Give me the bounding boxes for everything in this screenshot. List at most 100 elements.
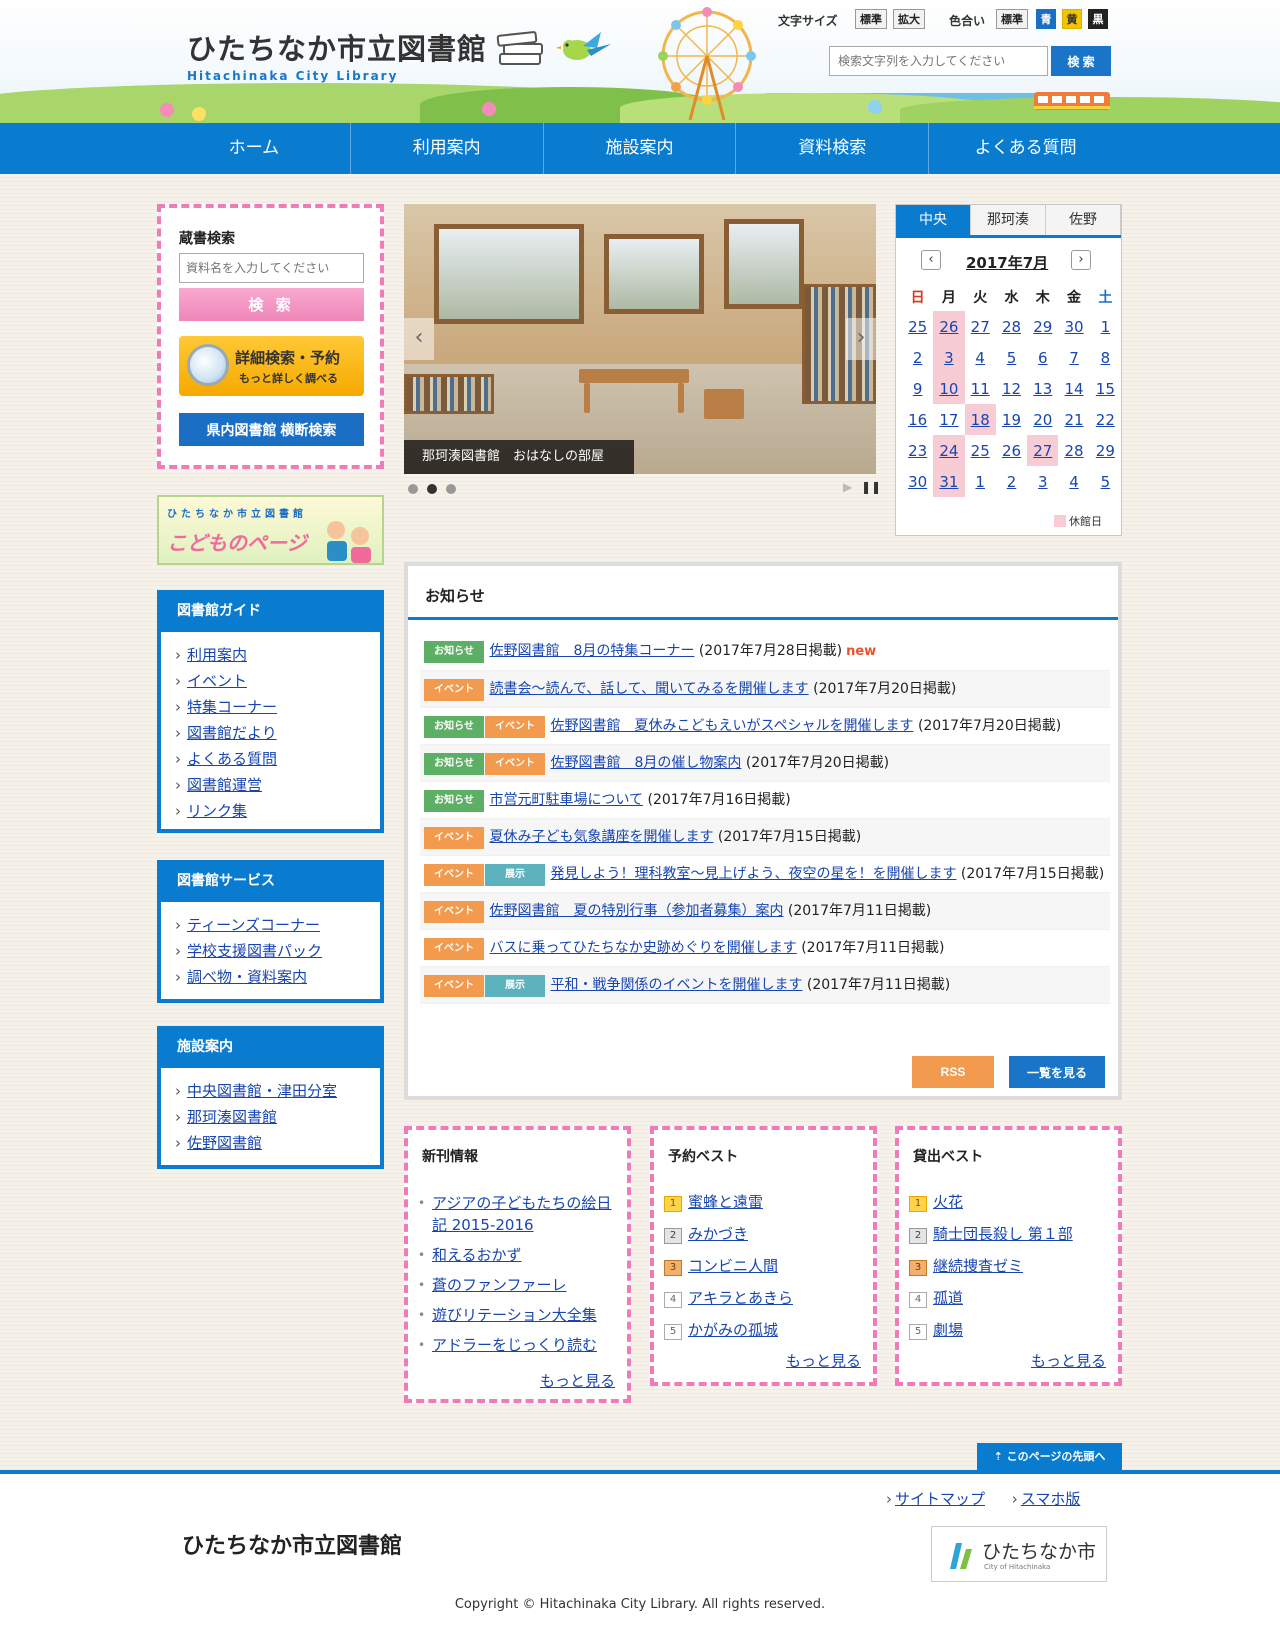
calendar-day[interactable]: 30 — [902, 466, 933, 497]
calendar-day[interactable]: 5 — [996, 342, 1027, 373]
new-books-more-link[interactable]: もっと見る — [540, 1370, 615, 1391]
calendar-day-link[interactable]: 12 — [1002, 380, 1021, 398]
rss-button[interactable]: RSS — [912, 1056, 994, 1088]
guide-link[interactable]: イベント — [187, 672, 247, 690]
calendar-day-link[interactable]: 22 — [1096, 411, 1115, 429]
news-link[interactable]: 発見しよう！理科教室～見上げよう、夜空の星を！を開催します — [550, 866, 956, 882]
calendar-day[interactable]: 23 — [902, 435, 933, 466]
calendar-day[interactable]: 19 — [996, 404, 1027, 435]
calendar-day-link[interactable]: 25 — [971, 442, 990, 460]
calendar-day-link[interactable]: 7 — [1069, 349, 1079, 367]
site-search-input[interactable] — [829, 46, 1048, 76]
book-link[interactable]: アジアの子どもたちの絵日記 2015-2016 — [432, 1194, 611, 1234]
calendar-day[interactable]: 5 — [1090, 466, 1121, 497]
guide-link[interactable]: 図書館運営 — [187, 776, 262, 794]
news-link[interactable]: 夏休み子ども気象講座を開催します — [489, 829, 713, 845]
calendar-day[interactable]: 4 — [965, 342, 996, 373]
book-link[interactable]: かがみの孤城 — [688, 1321, 778, 1339]
page-top-button[interactable]: ⇡ このページの先頭へ — [977, 1443, 1122, 1470]
calendar-day[interactable]: 2 — [996, 466, 1027, 497]
news-link[interactable]: 佐野図書館 夏休みこどもえいがスペシャルを開催します — [550, 718, 913, 734]
calendar-day-link[interactable]: 10 — [939, 380, 958, 398]
calendar-day-link[interactable]: 29 — [1033, 318, 1052, 336]
calendar-day-link[interactable]: 13 — [1033, 380, 1052, 398]
news-link[interactable]: 佐野図書館 8月の催し物案内 — [550, 755, 741, 771]
calendar-day-link[interactable]: 26 — [1002, 442, 1021, 460]
calendar-day-link[interactable]: 8 — [1101, 349, 1111, 367]
calendar-day[interactable]: 7 — [1058, 342, 1089, 373]
calendar-day[interactable]: 4 — [1058, 466, 1089, 497]
calendar-day-link[interactable]: 28 — [1065, 442, 1084, 460]
calendar-tab-sano[interactable]: 佐野 — [1046, 205, 1121, 235]
calendar-day-link[interactable]: 5 — [1101, 473, 1111, 491]
site-title[interactable]: ひたちなか市立図書館 — [187, 26, 487, 68]
calendar-tab-central[interactable]: 中央 — [896, 205, 971, 235]
calendar-day[interactable]: 16 — [902, 404, 933, 435]
calendar-day[interactable]: 27 — [965, 311, 996, 342]
book-link[interactable]: みかづき — [688, 1225, 748, 1243]
calendar-day[interactable]: 29 — [1027, 311, 1058, 342]
color-standard-button[interactable]: 標準 — [996, 9, 1028, 29]
calendar-day-link[interactable]: 4 — [1069, 473, 1079, 491]
news-link[interactable]: 佐野図書館 夏の特別行事（参加者募集）案内 — [489, 903, 783, 919]
book-link[interactable]: 蜜蜂と遠雷 — [688, 1193, 763, 1211]
color-blue-button[interactable]: 青 — [1036, 9, 1056, 29]
city-logo-link[interactable]: ひたちなか市 City of Hitachinaka — [931, 1526, 1107, 1582]
calendar-day[interactable]: 8 — [1090, 342, 1121, 373]
calendar-day[interactable]: 20 — [1027, 404, 1058, 435]
nav-faq[interactable]: よくある質問 — [929, 123, 1122, 174]
calendar-day-link[interactable]: 9 — [913, 380, 923, 398]
calendar-prev-button[interactable]: ‹ — [921, 250, 941, 270]
calendar-day-link[interactable]: 31 — [939, 473, 958, 491]
calendar-day-link[interactable]: 30 — [908, 473, 927, 491]
calendar-day-link[interactable]: 19 — [1002, 411, 1021, 429]
book-link[interactable]: アドラーをじっくり読む — [432, 1336, 597, 1354]
lending-ranking-more-link[interactable]: もっと見る — [1031, 1350, 1106, 1371]
slide-next-button[interactable]: › — [846, 318, 876, 360]
facility-link[interactable]: 中央図書館・津田分室 — [187, 1082, 337, 1100]
calendar-day-link[interactable]: 15 — [1096, 380, 1115, 398]
color-yellow-button[interactable]: 黄 — [1062, 9, 1082, 29]
calendar-day-link[interactable]: 6 — [1038, 349, 1048, 367]
calendar-day[interactable]: 3 — [933, 342, 965, 373]
calendar-day-link[interactable]: 27 — [1033, 442, 1052, 460]
calendar-day[interactable]: 18 — [964, 404, 996, 435]
news-link[interactable]: 市営元町駐車場について — [489, 792, 643, 808]
calendar-next-button[interactable]: › — [1071, 250, 1091, 270]
guide-link[interactable]: よくある質問 — [187, 750, 277, 768]
calendar-day-link[interactable]: 1 — [1101, 318, 1111, 336]
calendar-day[interactable]: 25 — [902, 311, 933, 342]
news-link[interactable]: 佐野図書館 8月の特集コーナー — [489, 643, 694, 659]
calendar-day-link[interactable]: 14 — [1065, 380, 1084, 398]
slide-dot[interactable] — [427, 484, 437, 494]
calendar-day-link[interactable]: 2 — [913, 349, 923, 367]
calendar-day[interactable]: 30 — [1058, 311, 1089, 342]
calendar-day[interactable]: 17 — [933, 404, 964, 435]
facility-link[interactable]: 那珂湊図書館 — [187, 1108, 277, 1126]
calendar-day-link[interactable]: 3 — [944, 349, 954, 367]
calendar-day-link[interactable]: 5 — [1007, 349, 1017, 367]
book-link[interactable]: コンビニ人間 — [688, 1257, 778, 1275]
calendar-day-link[interactable]: 25 — [908, 318, 927, 336]
calendar-day[interactable]: 13 — [1027, 373, 1058, 404]
calendar-day[interactable]: 9 — [902, 373, 933, 404]
slide-dot[interactable] — [446, 484, 456, 494]
smartphone-link[interactable]: スマホ版 — [1021, 1490, 1081, 1508]
slide-pause-button[interactable]: ❚❚ — [861, 480, 881, 494]
service-link[interactable]: 学校支援図書パック — [187, 942, 322, 960]
slide-prev-button[interactable]: ‹ — [404, 318, 434, 360]
calendar-day[interactable]: 28 — [1058, 435, 1089, 466]
nav-facilities[interactable]: 施設案内 — [544, 123, 737, 174]
guide-link[interactable]: 利用案内 — [187, 646, 247, 664]
calendar-day[interactable]: 14 — [1058, 373, 1089, 404]
book-link[interactable]: アキラとあきら — [688, 1289, 793, 1307]
calendar-day[interactable]: 6 — [1027, 342, 1058, 373]
book-link[interactable]: 遊びリテーション大全集 — [432, 1306, 597, 1324]
calendar-day-link[interactable]: 4 — [975, 349, 985, 367]
service-link[interactable]: ティーンズコーナー — [187, 916, 320, 934]
calendar-day[interactable]: 26 — [996, 435, 1027, 466]
book-link[interactable]: 騎士団長殺し 第１部 — [933, 1225, 1073, 1243]
calendar-day[interactable]: 2 — [902, 342, 933, 373]
calendar-day-link[interactable]: 2 — [1007, 473, 1017, 491]
sitemap-link[interactable]: サイトマップ — [895, 1490, 985, 1508]
